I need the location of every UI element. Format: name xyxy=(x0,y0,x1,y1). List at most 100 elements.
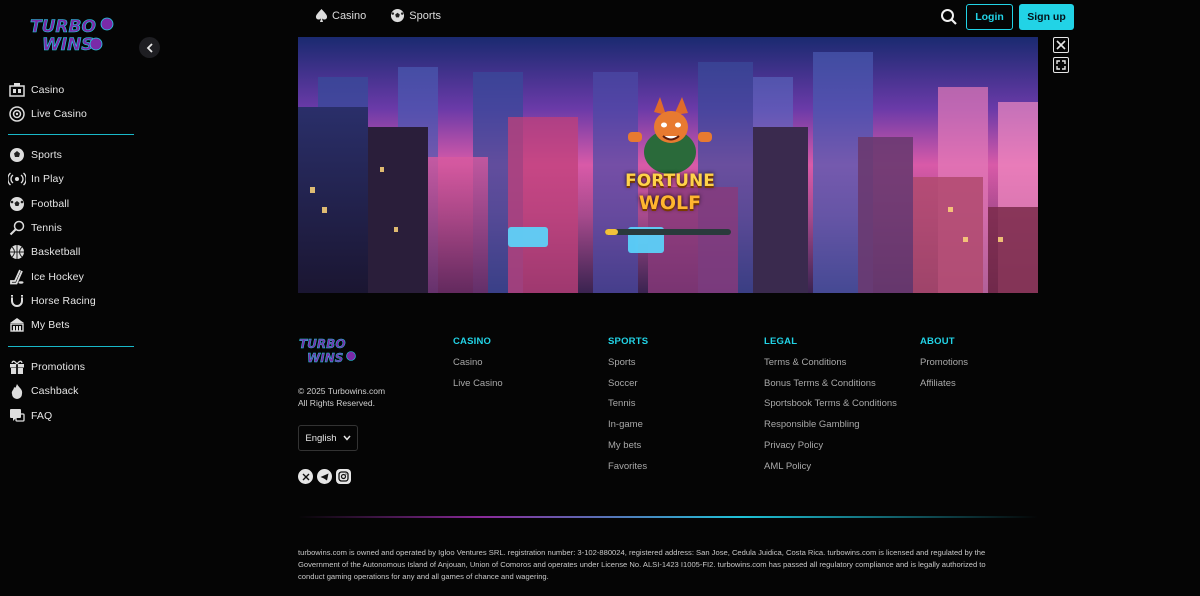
footer-link[interactable]: Tennis xyxy=(608,398,648,410)
sidebar-divider xyxy=(8,346,134,347)
top-nav-casino[interactable]: Casino xyxy=(315,8,366,23)
footer-link[interactable]: Promotions xyxy=(920,357,968,369)
search-icon xyxy=(941,9,957,25)
top-nav-sports-label: Sports xyxy=(409,9,442,22)
sidebar-item-cashback[interactable]: Cashback xyxy=(8,379,136,403)
sidebar-item-my-bets[interactable]: My Bets xyxy=(8,313,136,337)
sidebar-divider xyxy=(8,134,134,135)
footer-heading: CASINO xyxy=(453,336,492,347)
game-title-line1: FORTUNE xyxy=(625,171,715,191)
sidebar-item-faq[interactable]: FAQ xyxy=(8,404,136,428)
signup-button[interactable]: Sign up xyxy=(1019,4,1074,30)
footer-link[interactable]: Soccer xyxy=(608,378,648,390)
copyright-line: All Rights Reserved. xyxy=(298,398,376,408)
sidebar-item-horse-racing[interactable]: Horse Racing xyxy=(8,289,136,313)
sidebar-item-label: Promotions xyxy=(31,361,86,374)
gift-icon xyxy=(8,359,26,375)
footer-link[interactable]: Bonus Terms & Conditions xyxy=(764,378,897,390)
footer-column-legal: LEGAL Terms & Conditions Bonus Terms & C… xyxy=(764,336,897,473)
turbowins-logo[interactable]: TURBO WINS xyxy=(28,12,118,58)
top-nav-sports[interactable]: Sports xyxy=(390,8,441,23)
footer-link[interactable]: Favorites xyxy=(608,461,648,473)
footer-link[interactable]: Affiliates xyxy=(920,378,968,390)
fire-icon xyxy=(8,383,26,400)
telegram-icon[interactable] xyxy=(317,469,332,484)
sidebar-item-tennis[interactable]: Tennis xyxy=(8,216,136,240)
sidebar-group-extras: Promotions Cashback FAQ xyxy=(8,355,136,428)
my-bets-icon xyxy=(8,317,26,333)
game-loading-bar xyxy=(605,229,731,235)
svg-text:TURBO: TURBO xyxy=(30,17,96,37)
x-icon[interactable] xyxy=(298,469,313,484)
footer-heading: SPORTS xyxy=(608,336,649,347)
game-title: FORTUNE WOLF xyxy=(620,170,720,214)
social-links xyxy=(298,469,351,484)
footer-link[interactable]: My bets xyxy=(608,440,648,452)
sports-icon xyxy=(8,147,26,163)
footer-link[interactable]: Responsible Gambling xyxy=(764,419,897,431)
football-icon xyxy=(8,196,26,212)
search-button[interactable] xyxy=(940,8,958,26)
sidebar-item-casino[interactable]: Casino xyxy=(8,78,136,102)
horse-racing-icon xyxy=(8,293,26,309)
footer-link[interactable]: Privacy Policy xyxy=(764,440,897,452)
footer-link[interactable]: AML Policy xyxy=(764,461,897,473)
sidebar-item-basketball[interactable]: Basketball xyxy=(8,240,136,264)
basketball-icon xyxy=(8,244,26,260)
spade-icon xyxy=(315,9,328,22)
sidebar-item-in-play[interactable]: In Play xyxy=(8,167,136,191)
footer-divider xyxy=(298,516,1038,518)
sidebar-group-sports: Sports In Play Football Tennis Basketbal… xyxy=(8,143,136,337)
sidebar-item-label: Football xyxy=(31,197,70,210)
sidebar-item-ice-hockey[interactable]: Ice Hockey xyxy=(8,264,136,288)
legal-line: Government of the Autonomous Island of A… xyxy=(298,560,986,569)
sidebar-item-sports[interactable]: Sports xyxy=(8,143,136,167)
footer-link[interactable]: Sports xyxy=(608,357,648,369)
sidebar-item-football[interactable]: Football xyxy=(8,192,136,216)
game-city-background xyxy=(298,52,1038,293)
footer-link[interactable]: Live Casino xyxy=(453,378,503,390)
language-value: English xyxy=(305,432,337,444)
svg-text:TURBO: TURBO xyxy=(299,337,346,351)
footer-link[interactable]: In-game xyxy=(608,419,648,431)
sidebar-item-label: FAQ xyxy=(31,409,53,422)
close-game-button[interactable] xyxy=(1053,37,1069,53)
sidebar-item-label: Ice Hockey xyxy=(31,270,84,283)
footer-link[interactable]: Casino xyxy=(453,357,503,369)
language-select[interactable]: English xyxy=(298,425,358,451)
collapse-sidebar-button[interactable] xyxy=(139,37,160,58)
footer-heading: LEGAL xyxy=(764,336,798,347)
login-button[interactable]: Login xyxy=(966,4,1013,30)
legal-line: turbowins.com is owned and operated by I… xyxy=(298,548,986,557)
footer-link[interactable]: Sportsbook Terms & Conditions xyxy=(764,398,897,410)
footer-link[interactable]: Terms & Conditions xyxy=(764,357,897,369)
tennis-icon xyxy=(8,220,26,236)
chevron-left-icon xyxy=(146,42,153,53)
sidebar-item-label: Cashback xyxy=(31,385,79,398)
footer-column-casino: CASINO Casino Live Casino xyxy=(453,336,503,390)
sidebar-item-label: Casino xyxy=(31,84,65,97)
in-play-icon xyxy=(8,171,26,187)
sidebar-item-label: Basketball xyxy=(31,246,81,259)
sidebar-item-live-casino[interactable]: Live Casino xyxy=(8,102,136,126)
copyright-line: © 2025 Turbowins.com xyxy=(298,386,386,396)
sidebar-item-label: Sports xyxy=(31,149,62,162)
sidebar-group-casino: Casino Live Casino xyxy=(8,78,136,127)
casino-icon xyxy=(8,82,26,98)
fullscreen-button[interactable] xyxy=(1053,57,1069,73)
sidebar-item-label: Live Casino xyxy=(31,108,87,121)
copyright: © 2025 Turbowins.com All Rights Reserved… xyxy=(298,385,385,409)
footer-column-sports: SPORTS Sports Soccer Tennis In-game My b… xyxy=(608,336,648,473)
footer-logo[interactable]: TURBO WINS xyxy=(298,334,360,368)
svg-text:WINS: WINS xyxy=(42,35,94,55)
game-frame[interactable]: FORTUNE WOLF xyxy=(298,37,1038,293)
instagram-icon[interactable] xyxy=(336,469,351,484)
sidebar: TURBO WINS Casino Live Casino Sports In … xyxy=(0,0,160,596)
chevron-down-icon xyxy=(343,435,351,441)
fullscreen-icon xyxy=(1056,60,1066,70)
game-title-line2: WOLF xyxy=(638,192,702,214)
football-icon xyxy=(391,8,405,23)
top-nav-casino-label: Casino xyxy=(332,9,367,22)
game-loading-fill xyxy=(605,229,618,235)
sidebar-item-promotions[interactable]: Promotions xyxy=(8,355,136,379)
